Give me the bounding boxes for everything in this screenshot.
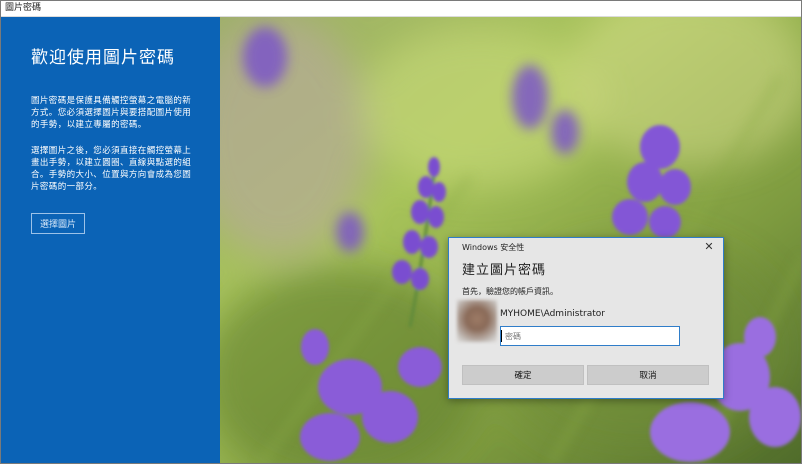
user-avatar bbox=[457, 300, 497, 342]
cancel-button[interactable]: 取消 bbox=[587, 365, 709, 385]
description-paragraph-2: 選擇圖片之後，您必須直接在觸控螢幕上畫出手勢，以建立圓圈、直線與點選的組合。手勢… bbox=[31, 146, 192, 192]
close-icon[interactable]: ✕ bbox=[702, 240, 716, 254]
text-caret bbox=[501, 330, 502, 342]
dialog-instruction: 首先，驗證您的帳戶資訊。 bbox=[462, 287, 558, 296]
description-paragraph-1: 圖片密碼是保護具備觸控螢幕之電腦的新方式。您必須選擇圖片與要搭配圖片使用的手勢，… bbox=[31, 96, 192, 130]
windows-security-dialog: Windows 安全性 ✕ 建立圖片密碼 首先，驗證您的帳戶資訊。 MYHOME… bbox=[448, 237, 724, 399]
panel-title: 歡迎使用圖片密碼 bbox=[31, 48, 175, 68]
account-username: MYHOME\Administrator bbox=[500, 309, 605, 319]
dialog-caption: Windows 安全性 bbox=[462, 243, 525, 252]
ok-button[interactable]: 確定 bbox=[462, 365, 584, 385]
choose-picture-button[interactable]: 選擇圖片 bbox=[31, 213, 86, 234]
picture-password-window: 圖片密碼 歡迎使用圖片密碼 圖片密碼是保護具備觸控螢幕之電腦的新方式。您必須選擇… bbox=[0, 0, 802, 464]
password-input[interactable] bbox=[500, 326, 680, 346]
dialog-heading: 建立圖片密碼 bbox=[462, 263, 547, 278]
info-panel: 歡迎使用圖片密碼 圖片密碼是保護具備觸控螢幕之電腦的新方式。您必須選擇圖片與要搭… bbox=[1, 17, 220, 463]
window-title: 圖片密碼 bbox=[1, 1, 801, 17]
